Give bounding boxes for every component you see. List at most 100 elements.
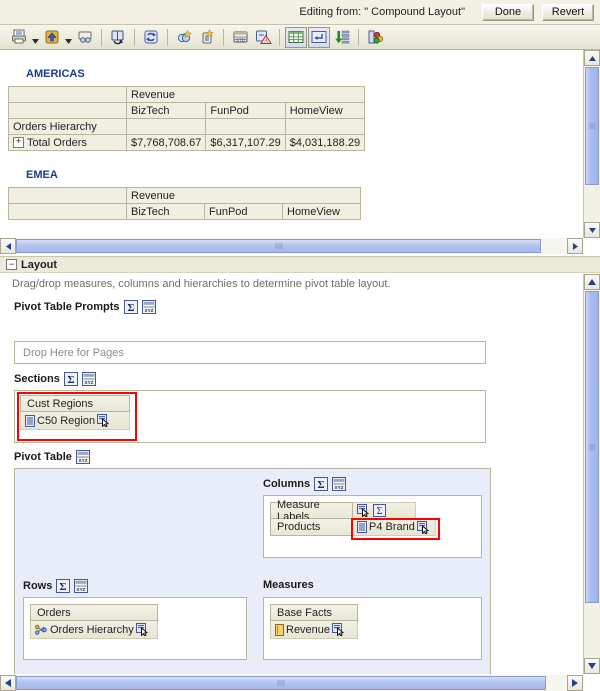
results-preview-pane: AMERICAS Revenue BizTech FunPod HomeView… <box>0 50 600 238</box>
results-horizontal-scrollbar[interactable] <box>0 238 583 254</box>
scroll-thumb[interactable] <box>585 67 599 185</box>
layout-horizontal-scrollbar[interactable] <box>0 675 583 691</box>
rows-chip-item[interactable]: Orders Hierarchy <box>30 621 158 639</box>
pivot-table-emea: Revenue BizTech FunPod HomeView <box>8 187 361 220</box>
scroll-thumb[interactable] <box>16 239 541 253</box>
new-calculated-item-icon[interactable] <box>173 27 195 48</box>
export-icon[interactable] <box>41 27 63 48</box>
pivot-layout-icon[interactable] <box>308 26 330 48</box>
sections-chip-item-label: C50 Region <box>37 414 96 427</box>
pivot-prompts-dropzone[interactable]: Drop Here for Pages <box>14 341 486 364</box>
reload-icon[interactable] <box>140 27 162 48</box>
svg-text:XYZ: XYZ <box>335 485 344 490</box>
table-row: Revenue <box>8 86 366 103</box>
measure-header-cell: Revenue <box>125 86 366 103</box>
sigma-icon[interactable]: Σ <box>123 300 138 314</box>
results-content: AMERICAS Revenue BizTech FunPod HomeView… <box>0 50 572 238</box>
scroll-track[interactable] <box>16 238 567 254</box>
column-header-cell: FunPod <box>205 102 286 119</box>
columns-chip-header-measure-labels[interactable]: Measure Labels <box>270 499 353 523</box>
sections-chip-item[interactable]: C50 Region <box>20 412 130 430</box>
columns-chip-item-p4-brand[interactable]: P4 Brand <box>353 519 436 536</box>
scroll-up-arrow[interactable] <box>584 50 600 66</box>
rows-dropzone[interactable]: Orders Orders Hierarchy <box>23 597 247 660</box>
totals-icon[interactable]: STD <box>229 27 251 48</box>
graph-view-icon[interactable] <box>364 27 386 48</box>
row-label: Total Orders <box>27 136 87 149</box>
print-icon[interactable] <box>8 27 30 48</box>
sections-chip-header[interactable]: Cust Regions <box>20 395 130 412</box>
measures-dropzone[interactable]: Base Facts Revenue <box>263 597 482 660</box>
toolbar-separator <box>223 28 224 46</box>
toolbar-separator <box>279 28 280 46</box>
column-properties-icon[interactable] <box>416 520 431 535</box>
refresh-view-icon[interactable] <box>107 27 129 48</box>
pivot-prompt-icon[interactable]: XYZ <box>141 300 156 314</box>
table-row: BizTech FunPod HomeView <box>8 203 361 220</box>
empty-cell <box>125 118 207 135</box>
row-total-orders-cell[interactable]: + Total Orders <box>8 134 127 151</box>
measures-label: Measures <box>263 579 314 591</box>
columns-dropzone[interactable]: Measure Labels Σ Products P4 Brand <box>263 495 482 558</box>
scroll-up-arrow[interactable] <box>584 274 600 290</box>
sigma-icon[interactable]: Σ <box>63 372 78 386</box>
svg-text:Σ: Σ <box>67 374 74 386</box>
scroll-down-arrow[interactable] <box>584 222 600 238</box>
new-group-icon[interactable] <box>196 27 218 48</box>
layout-panel: − Layout Drag/drop measures, columns and… <box>0 256 600 691</box>
sort-descending-icon[interactable] <box>331 27 353 48</box>
table-row: BizTech FunPod HomeView <box>8 102 366 119</box>
layout-vertical-scrollbar[interactable] <box>583 274 600 674</box>
scroll-left-arrow[interactable] <box>0 238 16 254</box>
columns-chip-header-products[interactable]: Products <box>270 519 353 536</box>
sigma-icon[interactable]: Σ <box>56 579 71 593</box>
measure-icon <box>275 623 284 636</box>
column-properties-icon[interactable] <box>332 623 346 637</box>
print-dropdown-caret[interactable] <box>31 27 40 48</box>
column-properties-icon[interactable] <box>357 504 371 518</box>
sigma-icon[interactable]: Σ <box>314 477 329 491</box>
scroll-right-arrow[interactable] <box>567 675 583 691</box>
remove-format-icon[interactable]: A <box>252 27 274 48</box>
sections-label: Sections <box>14 373 60 385</box>
table-view-icon[interactable] <box>285 26 307 48</box>
pivot-table-zone[interactable]: Columns Σ XYZ Measure Labels Σ Products … <box>14 468 491 674</box>
svg-text:XYZ: XYZ <box>144 308 153 313</box>
svg-text:STD: STD <box>236 38 245 43</box>
pivot-prompt-icon[interactable]: XYZ <box>332 477 347 491</box>
measures-chip-header[interactable]: Base Facts <box>270 604 358 621</box>
scroll-thumb[interactable] <box>585 291 599 603</box>
revert-button[interactable]: Revert <box>542 3 594 21</box>
sigma-icon[interactable]: Σ <box>373 504 386 517</box>
toolbar-separator <box>358 28 359 46</box>
svg-text:XYZ: XYZ <box>84 380 93 385</box>
expand-icon[interactable]: + <box>13 137 24 149</box>
value-cell: $6,317,107.29 <box>205 134 286 151</box>
scroll-down-arrow[interactable] <box>584 658 600 674</box>
corner-cell <box>8 187 127 204</box>
collapse-icon[interactable]: − <box>6 259 17 270</box>
pivot-table-icon[interactable]: XYZ <box>75 450 90 464</box>
preview-icon[interactable] <box>74 27 96 48</box>
pivot-prompt-icon[interactable]: XYZ <box>74 579 89 593</box>
measures-chip-item[interactable]: Revenue <box>270 621 358 639</box>
scroll-right-arrow[interactable] <box>567 238 583 254</box>
export-dropdown-caret[interactable] <box>64 27 73 48</box>
done-button[interactable]: Done <box>482 3 534 21</box>
sections-dropzone[interactable]: Cust Regions C50 Region <box>14 390 486 443</box>
layout-body: Drag/drop measures, columns and hierarch… <box>0 274 583 674</box>
hierarchy-icon <box>35 624 48 636</box>
svg-text:Σ: Σ <box>127 302 134 314</box>
row-group-label-cell: Orders Hierarchy <box>8 118 127 135</box>
scroll-thumb[interactable] <box>16 676 546 690</box>
rows-chip-header[interactable]: Orders <box>30 604 158 621</box>
column-properties-icon[interactable] <box>97 414 111 428</box>
columns-chip-icons-measure-labels[interactable]: Σ <box>353 502 416 519</box>
pivot-prompt-icon[interactable]: XYZ <box>81 372 96 386</box>
scroll-track[interactable] <box>16 675 567 691</box>
scroll-left-arrow[interactable] <box>0 675 16 691</box>
column-properties-icon[interactable] <box>135 623 150 637</box>
results-vertical-scrollbar[interactable] <box>583 50 600 238</box>
prompts-label: Pivot Table Prompts <box>14 301 120 313</box>
table-row: + Total Orders $7,768,708.67 $6,317,107.2… <box>8 134 366 151</box>
